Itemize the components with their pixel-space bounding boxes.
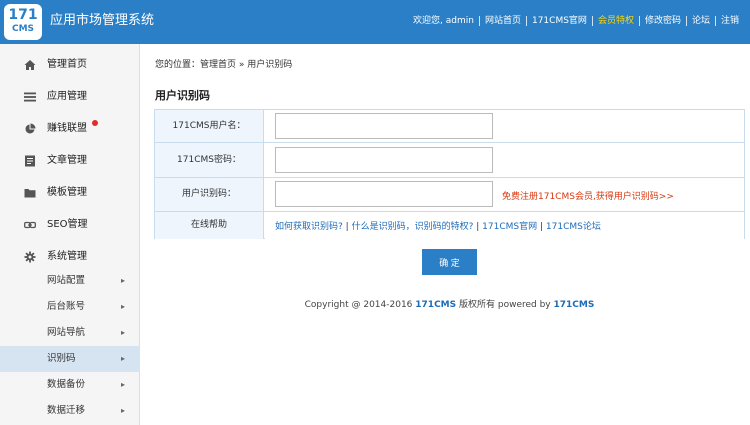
- link-icon: [24, 221, 36, 229]
- sidebar: 管理首页 应用管理 赚钱联盟 文章管理 模板管理 SEO管理 系统管理 网站配置…: [0, 44, 140, 425]
- breadcrumb: 您的位置：管理首页 » 用户识别码: [155, 57, 292, 70]
- breadcrumb-current: 用户识别码: [247, 60, 293, 70]
- help-link-how-to-get[interactable]: 如何获取识别码?: [275, 222, 343, 232]
- help-link-what-is[interactable]: 什么是识别码，识别码的特权?: [352, 222, 474, 232]
- password-label: 171CMS密码：: [155, 143, 264, 177]
- link-member-privileges[interactable]: 会员特权: [593, 15, 639, 27]
- form-row-code: 用户识别码： 免费注册171CMS会员,获得用户识别码>>: [155, 178, 744, 212]
- sidebar-item-label: 文章管理: [47, 155, 87, 166]
- footer-brand-link[interactable]: 171CMS: [415, 300, 456, 310]
- gear-icon: [24, 251, 36, 263]
- sidebar-subitem-identification-code[interactable]: 识别码 ▸: [0, 346, 140, 372]
- code-form: 171CMS用户名： 171CMS密码： 用户识别码： 免费注册171CMS会员…: [154, 109, 745, 239]
- form-row-help: 在线帮助 如何获取识别码? | 什么是识别码，识别码的特权? | 171CMS官…: [155, 212, 744, 239]
- form-row-username: 171CMS用户名：: [155, 110, 744, 143]
- sidebar-item-label: 应用管理: [47, 91, 87, 102]
- link-logout[interactable]: 注销: [716, 15, 744, 27]
- sidebar-item-label: 赚钱联盟: [47, 123, 87, 134]
- pie-chart-icon: [25, 123, 36, 134]
- breadcrumb-prefix: 您的位置：: [155, 60, 201, 70]
- notification-dot: [92, 120, 98, 126]
- chevron-right-icon: ▸: [121, 328, 126, 337]
- link-forum[interactable]: 论坛: [687, 15, 715, 27]
- sidebar-item-label: 模板管理: [47, 187, 87, 198]
- footer: Copyright @ 2014-2016 171CMS 版权所有 powere…: [154, 297, 745, 310]
- help-separator: |: [476, 222, 480, 232]
- user-code-input[interactable]: [275, 181, 493, 207]
- sidebar-item-home[interactable]: 管理首页: [0, 49, 140, 81]
- sidebar-subitem-site-config[interactable]: 网站配置 ▸: [0, 268, 140, 294]
- top-header: 171 CMS 应用市场管理系统 欢迎您, admin 网站首页 171CMS官…: [0, 0, 750, 44]
- link-change-password[interactable]: 修改密码: [640, 15, 686, 27]
- footer-copyright: Copyright @ 2014-2016: [304, 300, 413, 310]
- sidebar-subitem-data-migration[interactable]: 数据迁移 ▸: [0, 398, 140, 424]
- form-row-value: [265, 110, 744, 142]
- logo[interactable]: 171 CMS: [4, 4, 42, 40]
- link-site-home[interactable]: 网站首页: [480, 15, 526, 27]
- sidebar-subitem-label: 识别码: [47, 353, 76, 364]
- chevron-right-icon: ▸: [121, 276, 126, 285]
- sidebar-item-label: 系统管理: [47, 251, 87, 262]
- help-link-official-site[interactable]: 171CMS官网: [482, 222, 537, 232]
- sidebar-subitem-label: 网站配置: [47, 275, 86, 286]
- sidebar-subitem-label: 数据迁移: [47, 405, 86, 416]
- form-row-value: [265, 143, 744, 177]
- document-icon: [25, 155, 35, 167]
- sidebar-item-apps[interactable]: 应用管理: [0, 81, 140, 113]
- form-row-password: 171CMS密码：: [155, 143, 744, 178]
- footer-powered-by: 版权所有 powered by: [459, 300, 551, 310]
- chevron-right-icon: ▸: [121, 406, 126, 415]
- form-row-value: 免费注册171CMS会员,获得用户识别码>>: [265, 178, 744, 211]
- username-input[interactable]: [275, 113, 493, 139]
- help-separator: |: [345, 222, 349, 232]
- sidebar-item-seo[interactable]: SEO管理: [0, 209, 140, 241]
- help-label: 在线帮助: [155, 212, 264, 239]
- list-icon: [24, 92, 36, 102]
- help-separator: |: [539, 222, 544, 232]
- sidebar-item-label: SEO管理: [47, 219, 88, 230]
- form-row-value: 如何获取识别码? | 什么是识别码，识别码的特权? | 171CMS官网 | 1…: [265, 212, 744, 239]
- sidebar-subitem-site-nav[interactable]: 网站导航 ▸: [0, 320, 140, 346]
- welcome-text: 欢迎您, admin: [413, 16, 474, 26]
- page-title: 用户识别码: [155, 89, 210, 102]
- chevron-right-icon: ▸: [121, 354, 126, 363]
- app-title: 应用市场管理系统: [50, 13, 155, 28]
- sidebar-subitem-label: 网站导航: [47, 327, 86, 338]
- help-link-forum[interactable]: 171CMS论坛: [546, 222, 601, 232]
- password-input[interactable]: [275, 147, 493, 173]
- username-label: 171CMS用户名：: [155, 110, 264, 142]
- sidebar-item-label: 管理首页: [47, 59, 87, 70]
- confirm-button[interactable]: 确 定: [422, 249, 477, 275]
- home-icon: [24, 60, 36, 70]
- breadcrumb-home-link[interactable]: 管理首页: [200, 60, 236, 70]
- folder-icon: [24, 189, 36, 198]
- sidebar-subitem-label: 数据备份: [47, 379, 86, 390]
- chevron-right-icon: ▸: [121, 380, 126, 389]
- sidebar-subitem-admin-accounts[interactable]: 后台账号 ▸: [0, 294, 140, 320]
- sidebar-subitem-label: 后台账号: [47, 301, 86, 312]
- help-links: 如何获取识别码? | 什么是识别码，识别码的特权? | 171CMS官网 | 1…: [275, 219, 601, 232]
- sidebar-item-articles[interactable]: 文章管理: [0, 145, 140, 177]
- sidebar-item-templates[interactable]: 模板管理: [0, 177, 140, 209]
- logo-text: CMS: [11, 24, 35, 34]
- breadcrumb-separator: »: [238, 60, 245, 70]
- sidebar-subitem-data-backup[interactable]: 数据备份 ▸: [0, 372, 140, 398]
- chevron-right-icon: ▸: [121, 302, 126, 311]
- code-label: 用户识别码：: [155, 178, 264, 211]
- link-171cms-official[interactable]: 171CMS官网: [527, 15, 592, 27]
- logo-number: 171: [8, 7, 38, 23]
- footer-brand-link[interactable]: 171CMS: [554, 300, 595, 310]
- top-nav: 欢迎您, admin 网站首页 171CMS官网 会员特权 修改密码 论坛 注销: [408, 14, 744, 28]
- sidebar-item-alliance[interactable]: 赚钱联盟: [0, 113, 140, 145]
- register-hint-link[interactable]: 免费注册171CMS会员,获得用户识别码>>: [502, 189, 674, 202]
